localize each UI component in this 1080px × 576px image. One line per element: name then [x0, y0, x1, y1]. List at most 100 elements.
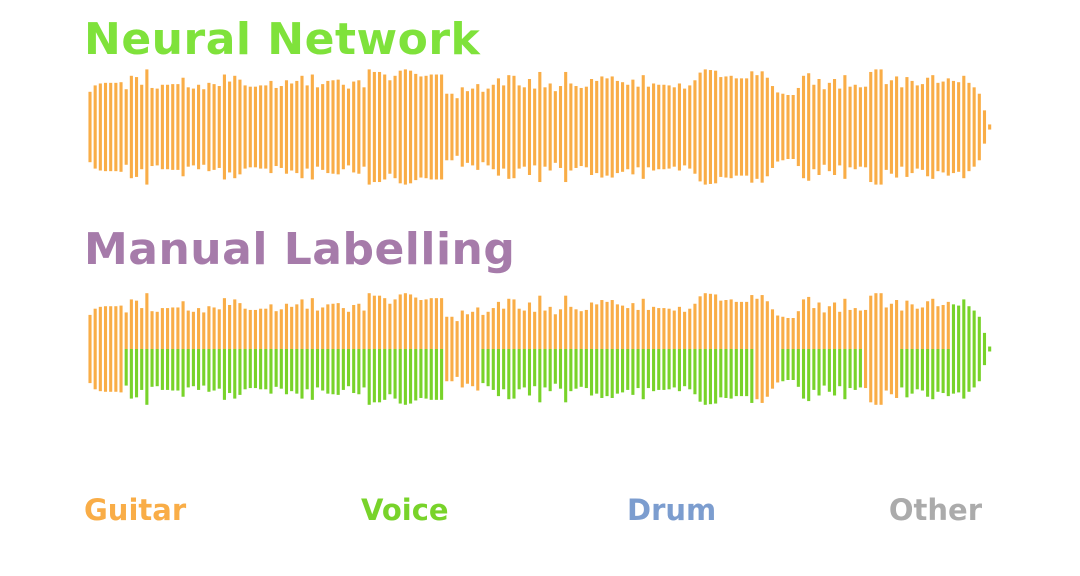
waveform-bar-lower — [393, 127, 397, 179]
waveform-bar-lower — [393, 349, 397, 399]
waveform-bar-lower — [424, 349, 428, 399]
waveform-bar-upper — [548, 83, 552, 127]
waveform-bar-lower — [434, 349, 438, 400]
waveform-bar-lower — [160, 127, 164, 170]
waveform-bar-lower — [957, 127, 961, 172]
waveform-bar-lower — [621, 349, 625, 393]
waveform-bar-lower — [657, 127, 661, 170]
waveform-bar-upper — [858, 310, 862, 349]
waveform-bar-upper — [176, 307, 180, 349]
waveform-bar-lower — [403, 127, 407, 185]
waveform-bar-upper — [631, 79, 635, 127]
waveform-bar-upper — [641, 75, 645, 127]
waveform-bar-lower — [269, 349, 273, 394]
neural-network-title: Neural Network — [84, 14, 481, 65]
waveform-bar-lower — [791, 349, 795, 380]
waveform-bar-upper — [471, 311, 475, 349]
waveform-bar-upper — [895, 300, 899, 349]
waveform-bar-upper — [915, 85, 919, 127]
waveform-bar-upper — [543, 87, 547, 127]
waveform-bar-upper — [440, 74, 444, 127]
waveform-bar-upper — [207, 306, 211, 349]
waveform-bar-upper — [574, 309, 578, 349]
waveform-bar-upper — [864, 86, 868, 127]
waveform-bar-upper — [538, 71, 542, 127]
waveform-bar-lower — [522, 127, 526, 167]
waveform-bar-upper — [698, 296, 702, 349]
waveform-bar-lower — [869, 349, 873, 403]
waveform-bar-lower — [951, 127, 956, 174]
waveform-bar-upper — [166, 308, 170, 349]
waveform-bar-upper — [434, 74, 438, 127]
waveform-bar-lower — [119, 127, 123, 172]
waveform-bar-upper — [362, 310, 366, 349]
waveform-bar-lower — [724, 349, 728, 398]
waveform-bar-upper — [207, 82, 211, 127]
waveform-bar-upper — [383, 74, 387, 127]
waveform-bar-lower — [957, 349, 961, 393]
waveform-bar-upper — [884, 84, 888, 127]
waveform-bar-upper — [791, 318, 795, 349]
waveform-bar-upper — [486, 88, 490, 127]
waveform-bar-upper — [843, 75, 847, 127]
waveform-bar-upper — [155, 88, 159, 127]
waveform-bar-upper — [977, 316, 981, 349]
waveform-bar-lower — [491, 127, 495, 170]
waveform-bar-lower — [450, 349, 454, 382]
waveform-bar-lower — [367, 349, 371, 405]
waveform-bar-upper — [326, 304, 330, 349]
waveform-bar-upper — [688, 308, 692, 349]
waveform-bar-upper — [755, 298, 759, 349]
waveform-bar-lower — [858, 349, 862, 388]
waveform-bar-lower — [579, 349, 583, 387]
waveform-bar-upper — [579, 87, 583, 127]
waveform-bar-upper — [512, 75, 516, 127]
waveform-bar-lower — [300, 127, 304, 179]
waveform-bar-lower — [765, 349, 769, 397]
waveform-bar-upper — [910, 80, 914, 127]
waveform-bar-upper — [558, 86, 563, 127]
waveform-bar-upper — [874, 69, 878, 127]
waveform-bar-lower — [409, 349, 413, 404]
waveform-bar-upper — [853, 308, 857, 349]
waveform-bar-lower — [522, 349, 526, 388]
waveform-bar-upper — [553, 314, 557, 349]
waveform-bar-lower — [652, 127, 656, 171]
waveform-bar-lower — [279, 127, 283, 168]
waveform-bar-lower — [703, 127, 707, 185]
waveform-bar-upper — [98, 306, 102, 349]
waveform-bar-lower — [910, 127, 914, 174]
waveform-bar-lower — [677, 349, 681, 392]
waveform-bar-lower — [160, 349, 164, 390]
waveform-bar-lower — [967, 349, 971, 392]
waveform-bar-upper — [864, 309, 868, 349]
waveform-bar-lower — [181, 127, 185, 177]
waveform-bar-lower — [326, 127, 330, 174]
waveform-bar-upper — [346, 311, 351, 349]
waveform-bar-lower — [905, 127, 909, 177]
legend-voice: Voice — [361, 493, 449, 527]
waveform-bar-lower — [801, 349, 806, 399]
waveform-bar-lower — [677, 127, 681, 171]
waveform-bar-upper — [103, 306, 108, 349]
waveform-bar-lower — [103, 349, 108, 392]
waveform-bar-lower — [832, 349, 837, 396]
waveform-bar-lower — [636, 349, 640, 389]
waveform-bar-upper — [284, 303, 289, 349]
waveform-bar-lower — [352, 127, 356, 173]
waveform-bar-lower — [429, 349, 433, 400]
waveform-bar-upper — [853, 84, 857, 127]
waveform-bar-upper — [155, 311, 159, 349]
waveform-bar-lower — [982, 127, 987, 144]
waveform-bar-upper — [445, 93, 449, 127]
waveform-bar-upper — [957, 82, 961, 127]
waveform-bar-lower — [352, 349, 356, 394]
waveform-bar-lower — [259, 349, 263, 390]
waveform-bar-lower — [558, 349, 563, 389]
waveform-bar-lower — [595, 349, 599, 394]
waveform-bar-lower — [284, 127, 289, 174]
waveform-bar-lower — [574, 349, 578, 389]
waveform-bar-lower — [445, 127, 449, 161]
waveform-bar-upper — [889, 303, 893, 349]
waveform-bar-lower — [548, 127, 552, 171]
